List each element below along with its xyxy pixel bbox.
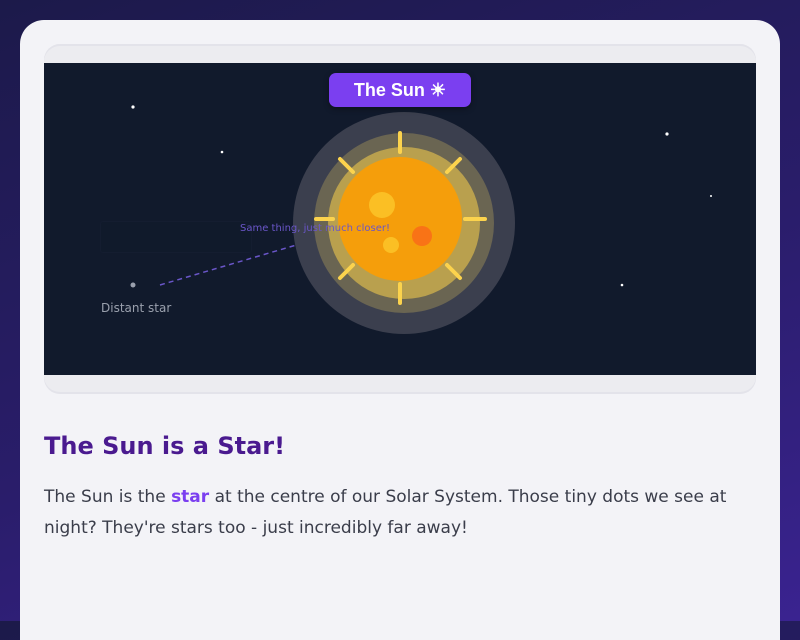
background-star — [131, 105, 135, 109]
background-star — [220, 150, 224, 154]
paragraph-text-start: The Sun is the — [44, 487, 172, 507]
distant-star-label: Distant star — [101, 301, 172, 315]
illustration-frame: Same thing, just much closer! The Sun ☀ … — [44, 44, 756, 394]
lesson-paragraph: The Sun is the star at the centre of our… — [44, 482, 756, 544]
sun-spot — [383, 237, 399, 253]
sun-core — [338, 157, 462, 281]
sun-spot — [412, 226, 432, 246]
space-scene: Same thing, just much closer! The Sun ☀ … — [44, 63, 756, 375]
highlighted-term[interactable]: star — [171, 487, 209, 507]
page-title: The Sun is a Star! — [44, 432, 286, 460]
lesson-card: Same thing, just much closer! The Sun ☀ … — [20, 20, 780, 640]
sun-spot — [369, 192, 395, 218]
comparison-callout-box — [100, 221, 252, 253]
background-star — [620, 283, 624, 287]
sun-label-badge[interactable]: The Sun ☀ — [329, 73, 471, 107]
distant-star — [130, 282, 136, 288]
background-star — [665, 132, 669, 136]
space-illustration — [130, 105, 712, 334]
comparison-label: Same thing, just much closer! — [240, 223, 391, 234]
background-star — [710, 195, 712, 197]
